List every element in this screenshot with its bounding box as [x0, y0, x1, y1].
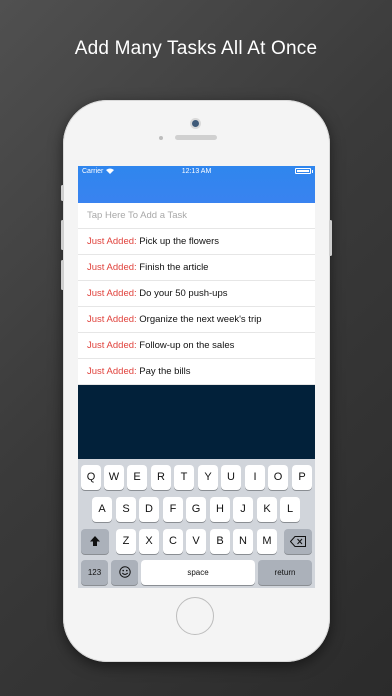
delete-key[interactable]	[284, 529, 312, 554]
key-m[interactable]: M	[257, 529, 277, 554]
emoji-icon	[118, 566, 131, 578]
earpiece-speaker	[175, 135, 217, 140]
key-g[interactable]: G	[186, 497, 206, 522]
return-key[interactable]: return	[258, 560, 312, 585]
promo-title: Add Many Tasks All At Once	[74, 38, 318, 59]
task-prefix: Just Added:	[87, 262, 137, 273]
task-row[interactable]: Just Added: Organize the next week's tri…	[78, 307, 315, 333]
shift-key[interactable]	[81, 529, 109, 554]
key-p[interactable]: P	[292, 465, 312, 490]
volume-up-button	[61, 220, 64, 250]
key-s[interactable]: S	[116, 497, 136, 522]
task-text: Do your 50 push-ups	[139, 288, 228, 299]
task-prefix: Just Added:	[87, 236, 137, 247]
task-text: Finish the article	[139, 262, 209, 273]
task-row[interactable]: Just Added: Pay the bills	[78, 359, 315, 385]
volume-down-button	[61, 260, 64, 290]
key-y[interactable]: Y	[198, 465, 218, 490]
phone-frame: Carrier 12:13 AM Tap Here To Add a Task …	[61, 100, 332, 662]
keyboard: Q W E R T Y U I O P A S D F G H J K L Z …	[78, 459, 315, 588]
front-camera	[192, 120, 199, 127]
task-text: Pick up the flowers	[139, 236, 220, 247]
key-w[interactable]: W	[104, 465, 124, 490]
key-b[interactable]: B	[210, 529, 230, 554]
task-text: Pay the bills	[139, 366, 191, 377]
proximity-sensor	[159, 136, 163, 140]
battery-icon	[295, 168, 311, 174]
task-row[interactable]: Just Added: Follow-up on the sales	[78, 333, 315, 359]
home-button[interactable]	[176, 597, 214, 635]
key-v[interactable]: V	[186, 529, 206, 554]
power-button	[329, 220, 332, 256]
add-task-input[interactable]: Tap Here To Add a Task	[78, 203, 315, 229]
key-t[interactable]: T	[174, 465, 194, 490]
key-c[interactable]: C	[163, 529, 183, 554]
status-time: 12:13 AM	[181, 168, 212, 175]
task-prefix: Just Added:	[87, 340, 137, 351]
key-l[interactable]: L	[280, 497, 300, 522]
key-z[interactable]: Z	[116, 529, 136, 554]
key-o[interactable]: O	[268, 465, 288, 490]
task-list: Tap Here To Add a Task Just Added: Pick …	[78, 203, 315, 385]
emoji-key[interactable]	[111, 560, 138, 585]
task-prefix: Just Added:	[87, 288, 137, 299]
key-d[interactable]: D	[139, 497, 159, 522]
key-r[interactable]: R	[151, 465, 171, 490]
task-text: Follow-up on the sales	[139, 340, 235, 351]
mute-switch	[61, 185, 64, 201]
key-a[interactable]: A	[92, 497, 112, 522]
status-bar: Carrier 12:13 AM	[78, 166, 315, 178]
task-text: Organize the next week's trip	[139, 314, 262, 325]
task-prefix: Just Added:	[87, 366, 137, 377]
key-i[interactable]: I	[245, 465, 265, 490]
numbers-key[interactable]: 123	[81, 560, 108, 585]
task-prefix: Just Added:	[87, 314, 137, 325]
key-x[interactable]: X	[139, 529, 159, 554]
key-e[interactable]: E	[127, 465, 147, 490]
key-h[interactable]: H	[210, 497, 230, 522]
key-f[interactable]: F	[163, 497, 183, 522]
key-q[interactable]: Q	[81, 465, 101, 490]
key-u[interactable]: U	[221, 465, 241, 490]
space-key[interactable]: space	[141, 560, 255, 585]
key-k[interactable]: K	[257, 497, 277, 522]
shift-arrow-icon	[90, 536, 100, 546]
task-row[interactable]: Just Added: Finish the article	[78, 255, 315, 281]
task-row[interactable]: Just Added: Pick up the flowers	[78, 229, 315, 255]
battery-tip	[311, 170, 313, 173]
key-n[interactable]: N	[233, 529, 253, 554]
backspace-icon	[289, 536, 306, 547]
key-j[interactable]: J	[233, 497, 253, 522]
phone-screen: Carrier 12:13 AM Tap Here To Add a Task …	[78, 166, 315, 588]
task-row[interactable]: Just Added: Do your 50 push-ups	[78, 281, 315, 307]
